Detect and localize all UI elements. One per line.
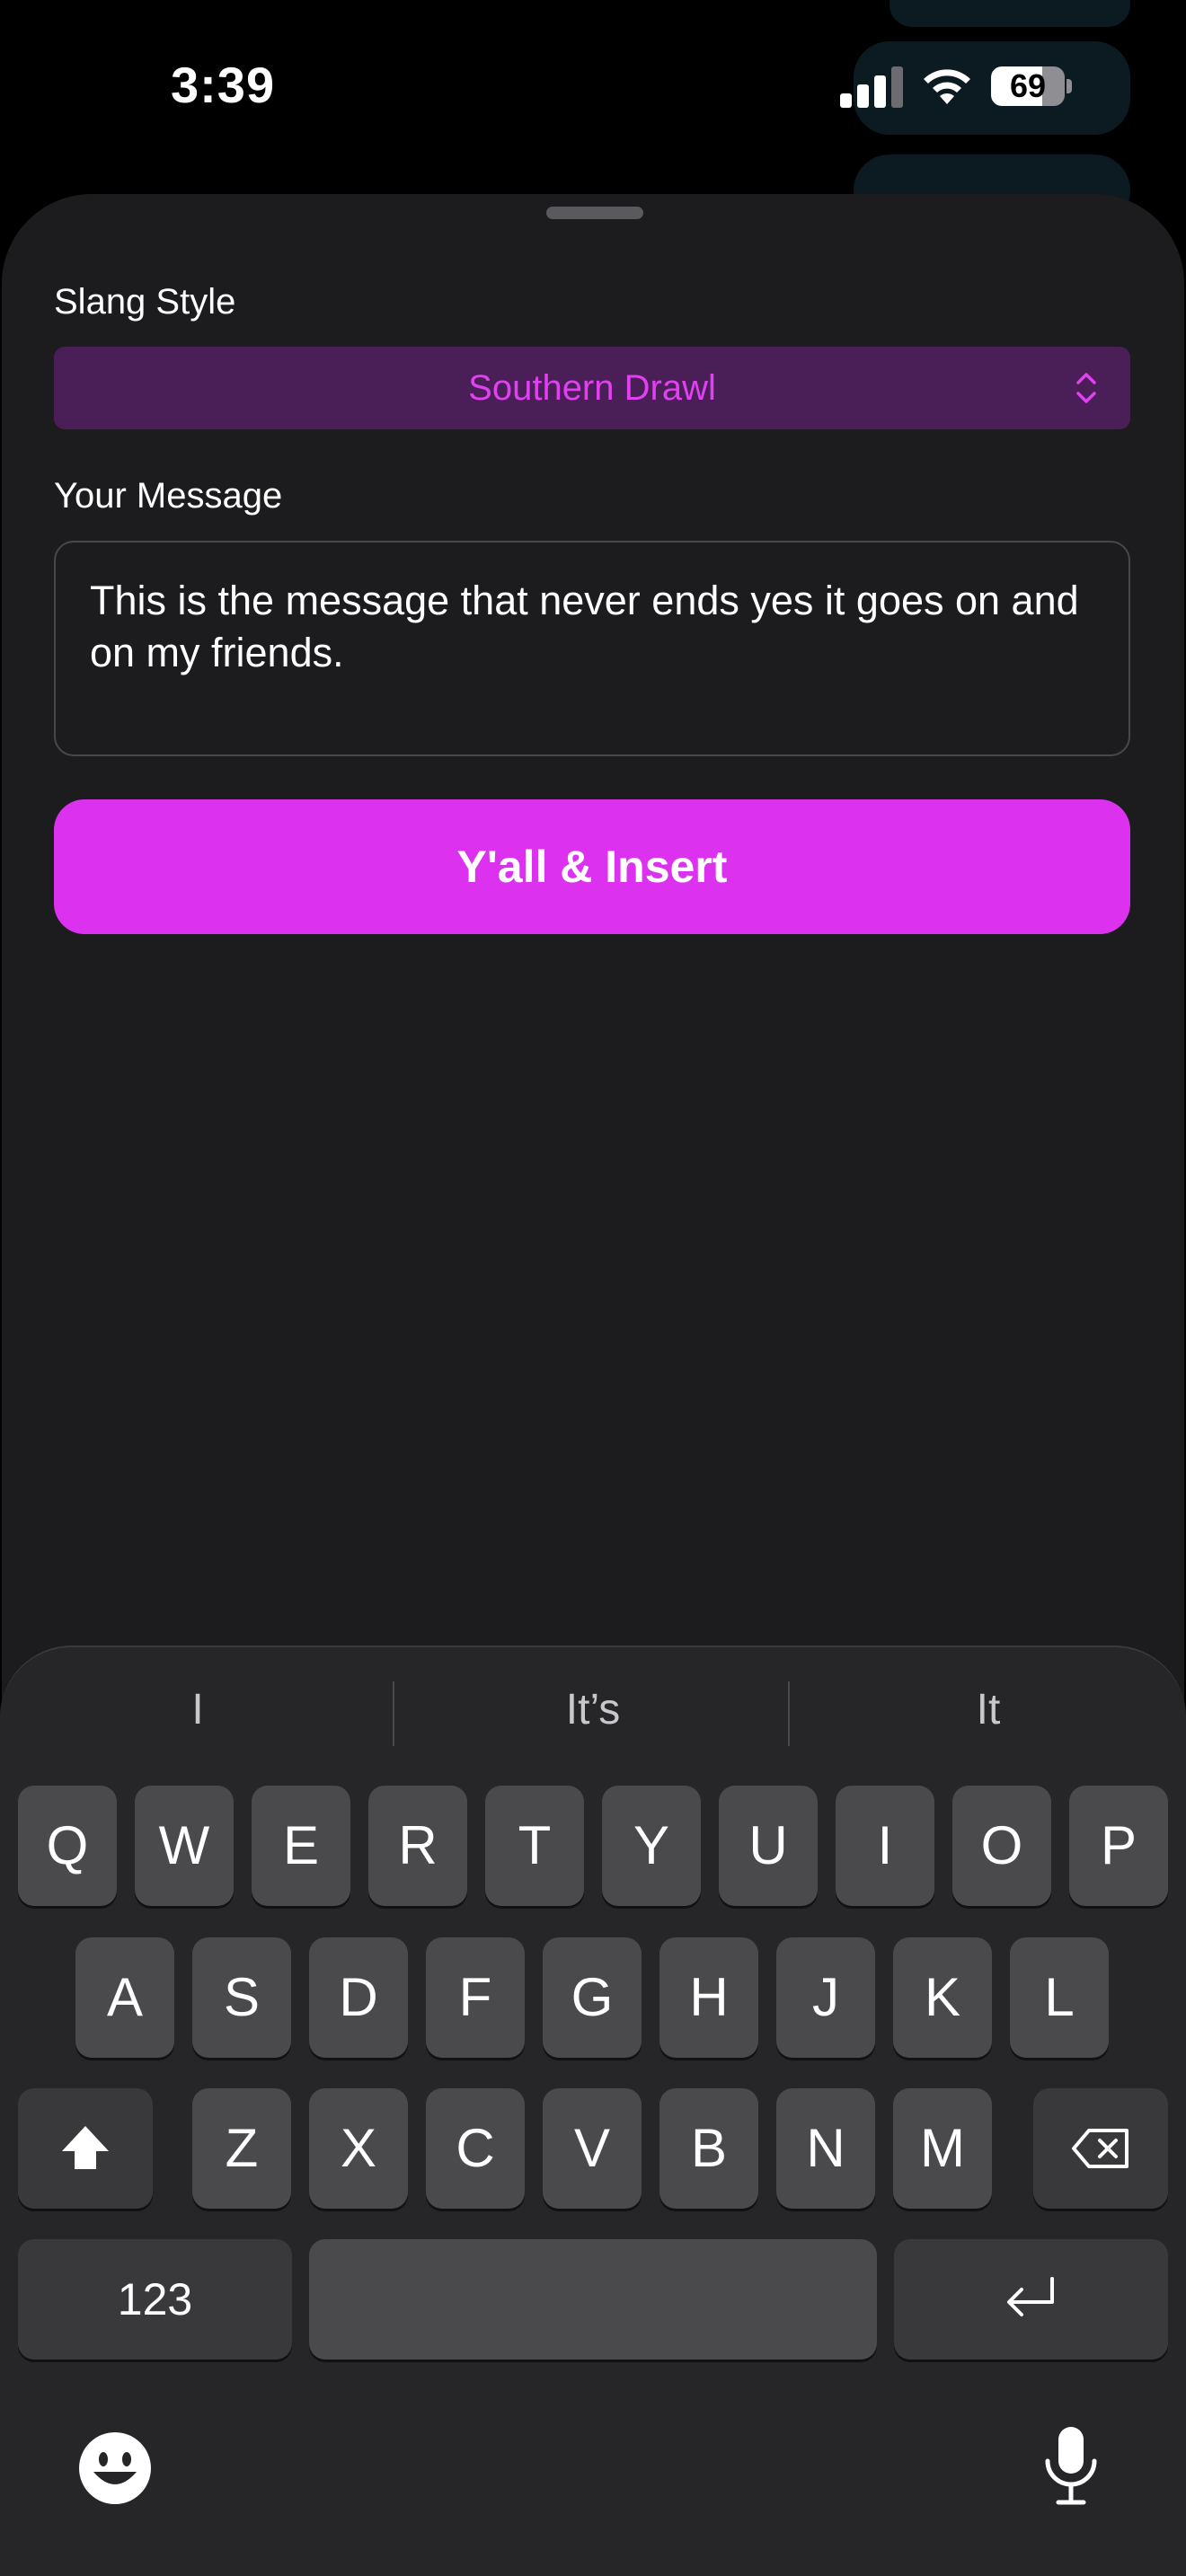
- key-k[interactable]: K: [893, 1937, 992, 2058]
- numbers-key[interactable]: 123: [18, 2239, 292, 2360]
- key-r[interactable]: R: [368, 1786, 467, 1906]
- key-z[interactable]: Z: [192, 2088, 291, 2209]
- key-c[interactable]: C: [426, 2088, 525, 2209]
- wifi-icon: [924, 69, 970, 104]
- key-g[interactable]: G: [543, 1937, 642, 2058]
- delete-key[interactable]: [1033, 2088, 1168, 2209]
- return-key[interactable]: [894, 2239, 1168, 2360]
- key-a[interactable]: A: [75, 1937, 174, 2058]
- key-o[interactable]: O: [952, 1786, 1051, 1906]
- key-w[interactable]: W: [135, 1786, 234, 1906]
- return-icon: [1007, 2277, 1054, 2316]
- sheet-grabber[interactable]: [546, 207, 643, 219]
- key-x[interactable]: X: [309, 2088, 408, 2209]
- key-y[interactable]: Y: [602, 1786, 701, 1906]
- key-s[interactable]: S: [192, 1937, 291, 2058]
- key-t[interactable]: T: [485, 1786, 584, 1906]
- key-m[interactable]: M: [893, 2088, 992, 2209]
- status-time: 3:39: [171, 57, 276, 113]
- key-p[interactable]: P: [1069, 1786, 1168, 1906]
- cellular-signal-icon: [840, 65, 905, 108]
- suggestion-divider: [788, 1681, 790, 1746]
- key-f[interactable]: F: [426, 1937, 525, 2058]
- yall-insert-button[interactable]: Y'all & Insert: [54, 799, 1130, 934]
- slang-style-value: Southern Drawl: [468, 368, 716, 408]
- shift-key[interactable]: [18, 2088, 153, 2209]
- key-i[interactable]: I: [836, 1786, 934, 1906]
- key-e[interactable]: E: [252, 1786, 350, 1906]
- slang-style-picker[interactable]: Southern Drawl: [54, 347, 1130, 429]
- key-u[interactable]: U: [719, 1786, 818, 1906]
- suggestion-1[interactable]: I: [0, 1674, 395, 1746]
- key-l[interactable]: L: [1010, 1937, 1109, 2058]
- suggestion-2[interactable]: It’s: [395, 1674, 791, 1746]
- message-label: Your Message: [54, 476, 283, 516]
- space-key[interactable]: [309, 2239, 877, 2360]
- battery-icon: 69: [991, 66, 1072, 106]
- slang-style-label: Slang Style: [54, 282, 236, 322]
- suggestion-divider: [393, 1681, 394, 1746]
- key-h[interactable]: H: [659, 1937, 758, 2058]
- background-app-pill: [890, 0, 1130, 27]
- key-d[interactable]: D: [309, 1937, 408, 2058]
- key-q[interactable]: Q: [18, 1786, 117, 1906]
- emoji-icon[interactable]: [77, 2430, 153, 2506]
- backspace-icon: [1072, 2129, 1128, 2168]
- key-b[interactable]: B: [659, 2088, 758, 2209]
- key-v[interactable]: V: [543, 2088, 642, 2209]
- battery-percent: 69: [1009, 67, 1047, 104]
- microphone-icon[interactable]: [1042, 2425, 1100, 2506]
- message-input[interactable]: This is the message that never ends yes …: [54, 541, 1130, 756]
- key-j[interactable]: J: [776, 1937, 875, 2058]
- key-n[interactable]: N: [776, 2088, 875, 2209]
- chevron-up-down-icon: [1076, 373, 1096, 403]
- status-bar: 3:39 69: [0, 0, 1186, 226]
- suggestion-3[interactable]: It: [791, 1674, 1186, 1746]
- shift-icon: [62, 2126, 109, 2169]
